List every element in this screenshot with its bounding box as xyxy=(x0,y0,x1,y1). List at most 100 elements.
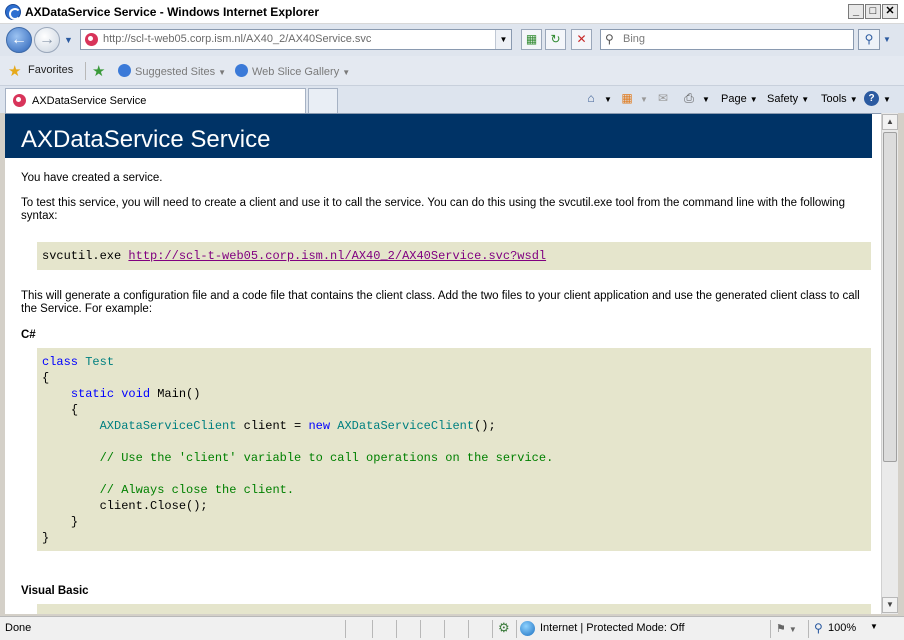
search-placeholder[interactable]: Bing xyxy=(623,33,645,45)
compatibility-view-icon[interactable]: ▦ xyxy=(521,29,542,50)
status-divider xyxy=(396,620,397,638)
site-favicon-icon xyxy=(85,33,98,46)
code-line: } xyxy=(42,531,50,545)
feeds-icon[interactable]: ▦ xyxy=(619,91,635,106)
address-field[interactable]: http://scl-t-web05.corp.ism.nl/AX40_2/AX… xyxy=(80,29,512,50)
zoom-level[interactable]: 100% xyxy=(828,622,856,634)
mail-icon[interactable]: ✉ xyxy=(655,91,671,106)
status-divider xyxy=(468,620,469,638)
vb-code-block xyxy=(37,604,871,614)
safety-menu-label: Safety xyxy=(767,93,799,105)
stop-icon[interactable]: ✕ xyxy=(571,29,592,50)
page-title: AXDataService Service xyxy=(21,126,271,153)
zoom-dropdown[interactable]: ▼ xyxy=(870,622,878,631)
home-dropdown[interactable]: ▼ xyxy=(601,93,612,105)
code-line: static void Main() xyxy=(42,386,553,402)
inner-open-brace: { xyxy=(70,403,79,417)
status-divider xyxy=(808,620,809,638)
page-menu-label: Page xyxy=(721,93,747,105)
home-icon[interactable]: ⌂ xyxy=(583,91,599,106)
svcutil-exe-text: svcutil.exe xyxy=(42,249,129,263)
code-line: // Always close the client. xyxy=(42,482,553,498)
add-to-favorites-icon[interactable]: ★ xyxy=(92,62,105,80)
status-divider xyxy=(444,620,445,638)
svcutil-code-block: svcutil.exe http://scl-t-web05.corp.ism.… xyxy=(37,242,871,270)
code-line: { xyxy=(42,371,50,385)
type-client-ctor: AXDataServiceClient xyxy=(337,419,475,433)
feeds-dropdown[interactable]: ▼ xyxy=(637,93,648,105)
web-slice-gallery-link[interactable]: Web Slice Gallery ▼ xyxy=(235,64,350,78)
keyword-new: new xyxy=(308,419,331,433)
navigation-bar: ← → ▼ http://scl-t-web05.corp.ism.nl/AX4… xyxy=(0,24,904,56)
print-dropdown[interactable]: ▼ xyxy=(699,93,710,105)
code-comment: // Always close the client. xyxy=(99,483,295,497)
ie-logo-icon xyxy=(5,4,21,20)
wsdl-link[interactable]: http://scl-t-web05.corp.ism.nl/AX40_2/AX… xyxy=(128,249,546,263)
address-url[interactable]: http://scl-t-web05.corp.ism.nl/AX40_2/AX… xyxy=(103,33,371,45)
tab-label: AXDataService Service xyxy=(32,95,147,107)
help-dropdown[interactable]: ▼ xyxy=(880,93,891,105)
page-heading-banner: AXDataService Service xyxy=(5,114,872,158)
site-favicon-icon xyxy=(13,94,26,107)
internet-zone-icon xyxy=(520,621,535,636)
refresh-icon[interactable]: ↻ xyxy=(545,29,566,50)
scroll-down-button[interactable]: ▼ xyxy=(882,597,898,613)
page-menu[interactable]: Page ▼ xyxy=(721,93,758,105)
code-line: { xyxy=(42,402,553,418)
favorites-divider xyxy=(85,62,86,80)
vb-heading: Visual Basic xyxy=(21,585,89,597)
add-ons-icon[interactable]: ⚙ xyxy=(498,620,510,636)
suggested-sites-link[interactable]: Suggested Sites ▼ xyxy=(118,64,226,78)
code-line: client.Close(); xyxy=(42,498,553,514)
status-divider xyxy=(420,620,421,638)
keyword-class: class xyxy=(42,355,79,369)
code-line: } xyxy=(42,514,553,530)
tools-menu[interactable]: Tools ▼ xyxy=(821,93,858,105)
close-window-button[interactable]: ✕ xyxy=(882,4,898,19)
page-viewport: AXDataService Service You have created a… xyxy=(5,113,881,614)
security-zone[interactable]: Internet | Protected Mode: Off xyxy=(540,622,685,634)
close-call: client.Close(); xyxy=(99,499,208,513)
keyword-static-void: static void xyxy=(70,387,151,401)
tab-axdataservice[interactable]: AXDataService Service xyxy=(5,88,306,113)
code-comment: // Use the 'client' variable to call ope… xyxy=(99,451,554,465)
code-line: AXDataServiceClient client = new AXDataS… xyxy=(42,418,553,434)
search-field[interactable]: ⚲ Bing xyxy=(600,29,854,50)
safety-menu[interactable]: Safety ▼ xyxy=(767,93,809,105)
status-bar: Done ⚙ Internet | Protected Mode: Off ⚑ ▼… xyxy=(0,616,904,640)
type-test: Test xyxy=(85,355,115,369)
maximize-button[interactable]: □ xyxy=(865,4,881,19)
recent-pages-dropdown[interactable]: ▼ xyxy=(64,35,73,45)
csharp-code-block: class Test { static void Main() { AXDataS… xyxy=(37,348,871,551)
zoom-icon[interactable]: ⚲ xyxy=(814,621,823,635)
forward-button[interactable]: → xyxy=(34,27,60,53)
status-divider xyxy=(770,620,771,638)
ie-page-icon xyxy=(235,64,248,77)
tools-menu-label: Tools xyxy=(821,93,847,105)
intro-text: You have created a service. xyxy=(21,172,163,184)
status-divider xyxy=(345,620,346,638)
back-button[interactable]: ← xyxy=(6,27,32,53)
web-slice-gallery-label: Web Slice Gallery xyxy=(252,66,340,78)
print-icon[interactable]: ⎙ xyxy=(681,91,697,106)
vertical-scrollbar[interactable]: ▲ ▼ xyxy=(881,113,898,614)
search-icon[interactable]: ⚲ xyxy=(858,29,880,50)
type-client: AXDataServiceClient xyxy=(99,419,237,433)
instructions-text: To test this service, you will need to c… xyxy=(21,197,845,222)
scroll-up-button[interactable]: ▲ xyxy=(882,114,898,130)
favorites-button[interactable]: Favorites xyxy=(28,64,73,76)
help-icon[interactable]: ? xyxy=(864,91,879,106)
search-options-dropdown[interactable]: ▼ xyxy=(881,29,893,50)
new-tab-button[interactable] xyxy=(308,88,338,113)
tab-bar: AXDataService Service ⌂ ▼ ▦ ▼ ✉ ⎙ ▼ Page… xyxy=(0,86,904,113)
minimize-button[interactable]: _ xyxy=(848,4,864,19)
window-titlebar: AXDataService Service - Windows Internet… xyxy=(0,0,904,24)
address-dropdown-button[interactable]: ▼ xyxy=(495,30,511,49)
client-decl: client = xyxy=(236,419,309,433)
pop-up-blocker-icon[interactable]: ⚑ ▼ xyxy=(776,622,797,635)
inner-close-brace: } xyxy=(70,515,79,529)
scrollbar-thumb[interactable] xyxy=(883,132,897,462)
main-signature: Main() xyxy=(150,387,201,401)
